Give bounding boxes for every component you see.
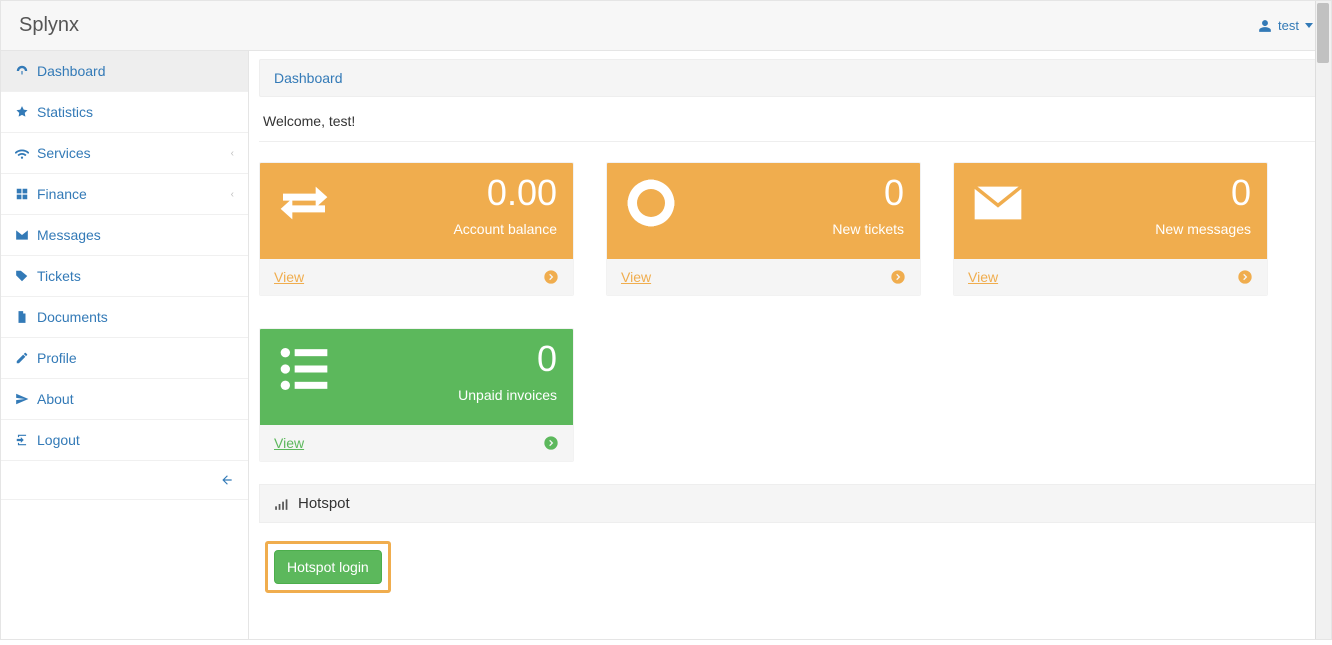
card-label: Account balance [453, 221, 557, 237]
sidebar: Dashboard Statistics Services ‹ Finance [1, 51, 249, 639]
sidebar-item-logout[interactable]: Logout [1, 420, 248, 460]
sidebar-item-label: Tickets [37, 268, 81, 284]
card-value: 0 [1155, 175, 1251, 211]
sidebar-item-finance[interactable]: Finance ‹ [1, 174, 248, 214]
view-text: View [621, 269, 651, 285]
sidebar-item-dashboard[interactable]: Dashboard [1, 51, 248, 91]
hotspot-login-button[interactable]: Hotspot login [274, 550, 382, 584]
transfer-icon [276, 175, 332, 231]
signal-icon [274, 497, 288, 511]
card-account-balance: 0.00 Account balance View [259, 162, 574, 296]
breadcrumb: Dashboard [259, 59, 1321, 97]
sidebar-item-statistics[interactable]: Statistics [1, 92, 248, 132]
lifebuoy-icon [623, 175, 679, 231]
sidebar-item-about[interactable]: About [1, 379, 248, 419]
file-icon [15, 310, 29, 324]
sidebar-item-messages[interactable]: Messages [1, 215, 248, 255]
arrow-left-icon [220, 473, 234, 487]
view-text: View [968, 269, 998, 285]
card-unpaid-invoices: 0 Unpaid invoices View [259, 328, 574, 462]
wifi-icon [15, 146, 29, 160]
sidebar-item-label: Statistics [37, 104, 93, 120]
card-new-tickets: 0 New tickets View [606, 162, 921, 296]
logout-icon [15, 433, 29, 447]
sidebar-item-profile[interactable]: Profile [1, 338, 248, 378]
pencil-icon [15, 351, 29, 365]
card-view-link[interactable]: View [260, 425, 573, 461]
sidebar-item-tickets[interactable]: Tickets [1, 256, 248, 296]
caret-down-icon [1305, 23, 1313, 28]
sidebar-item-label: Profile [37, 350, 77, 366]
card-new-messages: 0 New messages View [953, 162, 1268, 296]
user-icon [1258, 19, 1272, 33]
grid-icon [15, 187, 29, 201]
hotspot-section-header: Hotspot [259, 484, 1321, 523]
sidebar-item-label: Dashboard [37, 63, 106, 79]
sidebar-item-services[interactable]: Services ‹ [1, 133, 248, 173]
card-value: 0 [832, 175, 904, 211]
sidebar-item-documents[interactable]: Documents [1, 297, 248, 337]
scrollbar[interactable] [1315, 1, 1331, 639]
arrow-right-circle-icon [1237, 269, 1253, 285]
card-label: Unpaid invoices [458, 387, 557, 403]
card-label: New messages [1155, 221, 1251, 237]
arrow-right-circle-icon [543, 269, 559, 285]
card-view-link[interactable]: View [954, 259, 1267, 295]
chevron-left-icon: ‹ [231, 189, 234, 200]
sidebar-collapse[interactable] [1, 461, 248, 500]
sidebar-item-label: Finance [37, 186, 87, 202]
dashboard-icon [15, 64, 29, 78]
card-value: 0.00 [453, 175, 557, 211]
header: Splynx test [1, 1, 1331, 51]
sidebar-item-label: Messages [37, 227, 101, 243]
list-icon [276, 341, 332, 397]
card-label: New tickets [832, 221, 904, 237]
hotspot-title: Hotspot [298, 495, 350, 512]
sidebar-item-label: Documents [37, 309, 108, 325]
sidebar-item-label: Logout [37, 432, 80, 448]
envelope-icon [970, 175, 1026, 231]
plane-icon [15, 392, 29, 406]
welcome-text: Welcome, test! [259, 97, 1321, 142]
envelope-icon [15, 228, 29, 242]
star-icon [15, 105, 29, 119]
hotspot-highlight: Hotspot login [265, 541, 391, 593]
view-text: View [274, 435, 304, 451]
user-name: test [1278, 18, 1299, 33]
sidebar-item-label: Services [37, 145, 91, 161]
card-view-link[interactable]: View [260, 259, 573, 295]
user-menu[interactable]: test [1258, 18, 1313, 33]
sidebar-item-label: About [37, 391, 74, 407]
arrow-right-circle-icon [543, 435, 559, 451]
tag-icon [15, 269, 29, 283]
brand: Splynx [19, 14, 79, 37]
main: Dashboard Welcome, test! 0.00 Account ba… [249, 51, 1331, 639]
arrow-right-circle-icon [890, 269, 906, 285]
chevron-left-icon: ‹ [231, 148, 234, 159]
card-view-link[interactable]: View [607, 259, 920, 295]
view-text: View [274, 269, 304, 285]
card-value: 0 [458, 341, 557, 377]
